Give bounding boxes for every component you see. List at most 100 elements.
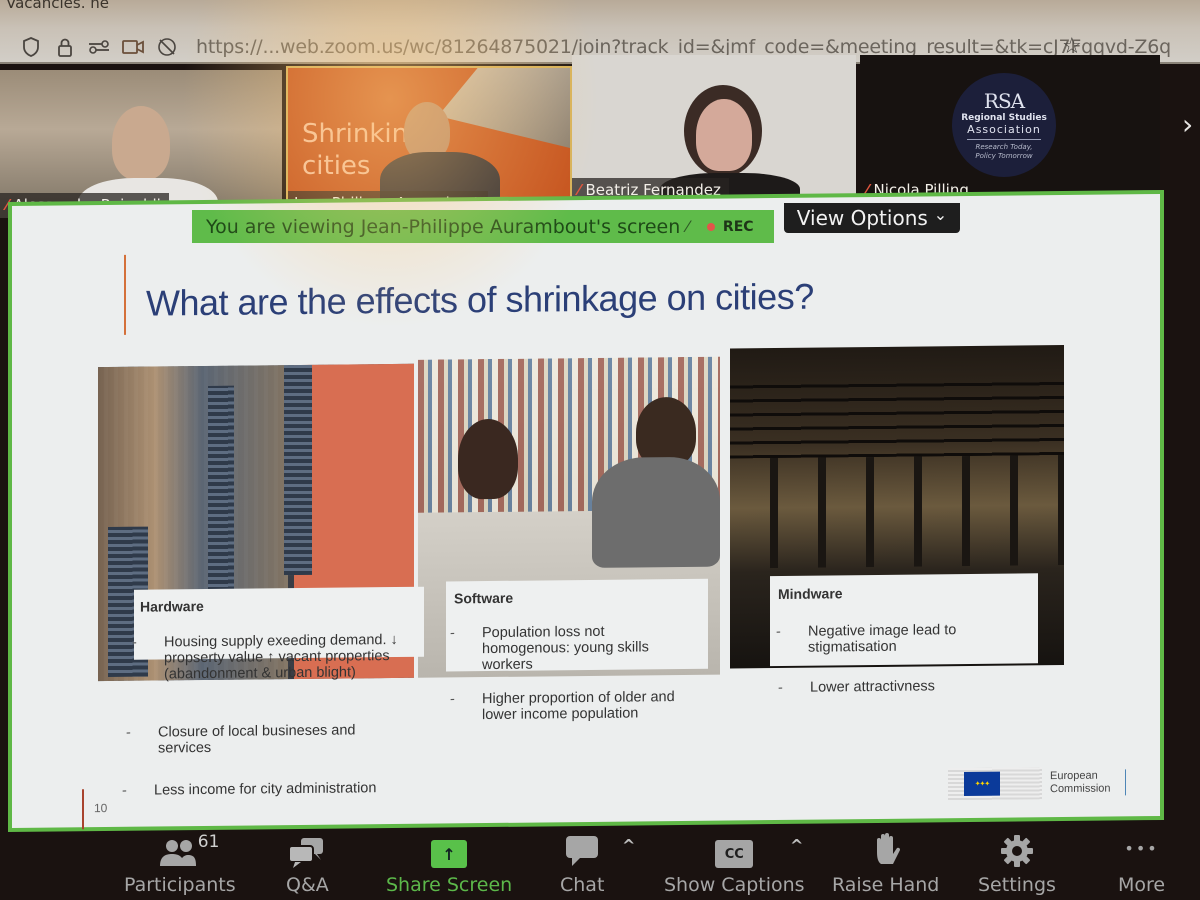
bullet-item: - Closure of local busineses and services xyxy=(126,722,388,757)
student-image xyxy=(592,456,720,568)
bullet-dash: - xyxy=(776,623,781,641)
shield-icon[interactable] xyxy=(20,36,42,58)
bullet-item: - Less income for city administration xyxy=(122,780,434,799)
more-icon: ••• xyxy=(1124,838,1159,858)
bullet-text: Less income for city administration xyxy=(154,780,377,799)
participants-label: Participants xyxy=(124,874,236,896)
qa-label: Q&A xyxy=(286,874,329,896)
participants-icon: 61 xyxy=(159,828,219,868)
participants-count: 61 xyxy=(197,832,220,852)
rsa-logo-line2: Association xyxy=(967,123,1041,140)
bullet-item: - Higher proportion of older and lower in… xyxy=(450,689,712,724)
column-heading-software: Software xyxy=(454,589,514,607)
captions-icon-wrap: CC xyxy=(715,828,754,868)
recording-dot-icon xyxy=(706,222,715,231)
settings-label: Settings xyxy=(978,874,1056,896)
bullet-item: - Population loss not homogenous: young s… xyxy=(450,623,682,674)
window-shutter-image xyxy=(284,364,312,576)
raise-hand-icon xyxy=(871,828,901,868)
shared-screen-frame: What are the effects of shrinkage on cit… xyxy=(8,189,1164,833)
bullet-item: - Negative image lead to stigmatisation xyxy=(776,622,1008,656)
participants-button[interactable]: 61 Participants xyxy=(124,828,236,896)
european-commission-logo: ✦✦✦ European Commission xyxy=(948,766,1126,801)
bullet-text: Negative image lead to stigmatisation xyxy=(808,622,957,656)
show-captions-button[interactable]: CC Show Captions xyxy=(664,828,805,896)
screen-share-text: You are viewing Jean-Philippe Aurambout'… xyxy=(206,215,681,238)
meeting-toolbar: 61 Participants Q&A ↑ Share Screen Chat … xyxy=(0,828,1200,900)
bullet-text: Housing supply exeeding demand. ↓ propse… xyxy=(164,631,398,683)
video-tile[interactable]: RSA Regional Studies Association Researc… xyxy=(860,55,1160,203)
more-label: More xyxy=(1118,874,1166,896)
rsa-logo-tagline1: Research Today, xyxy=(975,142,1033,151)
ec-logo-divider xyxy=(1124,769,1126,796)
ec-logo-text: European Commission xyxy=(1050,770,1111,797)
bullet-text: Lower attractivness xyxy=(810,678,935,696)
bullet-item: - Housing supply exeeding demand. ↓ props… xyxy=(132,631,404,683)
captions-icon: CC xyxy=(715,840,754,868)
rsa-logo: RSA Regional Studies Association Researc… xyxy=(952,73,1056,177)
camera-icon[interactable] xyxy=(122,36,144,58)
participant-video xyxy=(696,99,752,171)
title-accent-bar xyxy=(124,254,126,335)
bullet-item: - Lower attractivness xyxy=(778,678,1010,696)
browser-tab-title[interactable]: Vacancies. ne xyxy=(6,0,109,12)
qa-button[interactable]: Q&A xyxy=(286,828,329,896)
rsa-logo-tagline2: Policy Tomorrow xyxy=(975,151,1033,160)
raise-hand-label: Raise Hand xyxy=(832,874,940,896)
slide-number: 10 xyxy=(94,801,108,816)
bullet-dash: - xyxy=(126,724,131,741)
permissions-icon[interactable] xyxy=(88,36,110,58)
video-tile[interactable]: ⁄ Beatriz Fernandez xyxy=(572,55,856,203)
view-options-button[interactable]: View Options ⌄ xyxy=(784,203,960,233)
warehouse-beams-image xyxy=(730,374,1064,459)
share-screen-label: Share Screen xyxy=(386,874,513,896)
eu-flag-icon: ✦✦✦ xyxy=(964,771,1000,797)
video-tile[interactable]: ⁄ Alessandro Rainoldi xyxy=(0,70,282,218)
warehouse-columns-image xyxy=(730,454,1064,569)
share-screen-button[interactable]: ↑ Share Screen xyxy=(386,828,512,896)
bullet-text: Population loss not homogenous: young sk… xyxy=(482,623,649,674)
share-screen-icon-wrap: ↑ xyxy=(431,828,468,868)
lock-icon[interactable] xyxy=(54,36,76,58)
video-tile-active-speaker[interactable]: Shrinking cities Jean-Philippe Aurambout xyxy=(286,66,572,218)
view-options-label: View Options xyxy=(796,206,928,230)
recording-label: REC xyxy=(722,218,754,235)
raise-hand-button[interactable]: Raise Hand xyxy=(832,828,939,896)
qa-icon xyxy=(287,828,327,868)
bullet-dash: - xyxy=(122,782,127,799)
bullet-dash: - xyxy=(778,679,783,696)
ec-logo-line1: European xyxy=(1050,769,1098,783)
column-heading-hardware: Hardware xyxy=(140,598,204,615)
chat-label: Chat xyxy=(560,874,605,896)
rsa-logo-line1: Regional Studies xyxy=(961,112,1047,123)
settings-button[interactable]: Settings xyxy=(978,828,1056,896)
column-heading-mindware: Mindware xyxy=(778,585,843,602)
slide-title: What are the effects of shrinkage on cit… xyxy=(146,275,814,324)
captions-options-caret[interactable]: ^ xyxy=(790,836,803,855)
participant-video xyxy=(112,106,170,180)
presentation-slide: What are the effects of shrinkage on cit… xyxy=(12,193,1160,830)
show-captions-label: Show Captions xyxy=(664,874,805,896)
slide-number-accent xyxy=(82,789,84,830)
bullet-dash: - xyxy=(450,691,455,708)
bullet-dash: - xyxy=(132,634,137,651)
ec-logo-line2: Commission xyxy=(1050,782,1111,796)
bullet-text: Closure of local busineses and services xyxy=(158,722,356,757)
chat-button[interactable]: Chat xyxy=(560,828,604,896)
ec-building-icon: ✦✦✦ xyxy=(948,767,1042,801)
student-image xyxy=(458,418,518,500)
bullet-text: Higher proportion of older and lower inc… xyxy=(482,689,675,724)
chat-icon xyxy=(564,828,600,868)
chevron-down-icon: ⌄ xyxy=(933,204,948,224)
screen-share-banner: You are viewing Jean-Philippe Aurambout'… xyxy=(192,210,774,243)
more-button[interactable]: ••• More xyxy=(1118,828,1166,897)
chat-options-caret[interactable]: ^ xyxy=(622,836,635,855)
location-blocked-icon[interactable] xyxy=(156,36,178,58)
muted-mic-icon: ⁄ xyxy=(686,217,689,236)
share-screen-icon: ↑ xyxy=(431,840,468,868)
background-building-image xyxy=(438,68,570,148)
gear-icon xyxy=(1000,828,1034,868)
bullet-dash: - xyxy=(450,625,455,642)
rsa-logo-mark: RSA xyxy=(983,88,1025,113)
next-page-arrow[interactable]: › xyxy=(1182,108,1193,141)
